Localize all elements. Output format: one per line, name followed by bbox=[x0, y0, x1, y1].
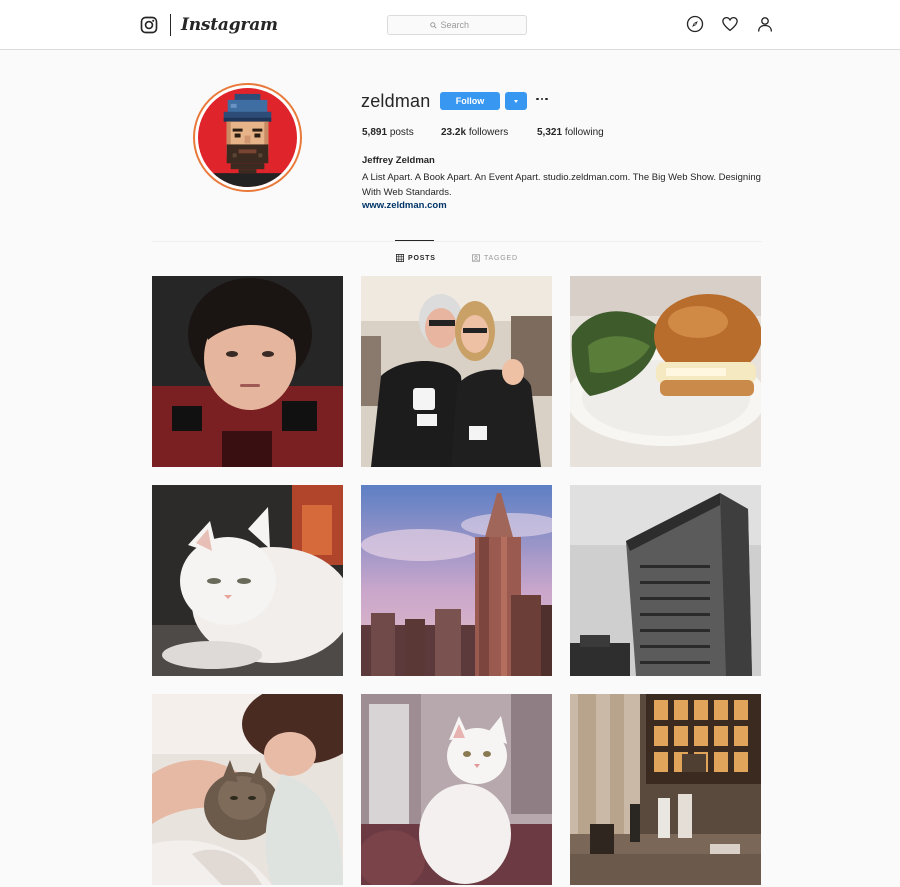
post-thumbnail-station-interior[interactable] bbox=[570, 694, 761, 885]
tab-posts[interactable]: POSTS bbox=[396, 254, 436, 262]
profile-full-name: Jeffrey Zeldman bbox=[362, 155, 435, 166]
post-image bbox=[570, 276, 761, 467]
top-navigation-bar: Instagram bbox=[0, 0, 900, 50]
ellipsis-dot bbox=[540, 97, 543, 101]
posts-count-value: 5,891 bbox=[362, 127, 388, 138]
followers-count-value: 23.2k bbox=[441, 127, 467, 138]
post-image bbox=[570, 485, 761, 676]
heart-icon[interactable] bbox=[721, 15, 739, 33]
post-image bbox=[361, 694, 552, 885]
post-thumbnail-white-cat[interactable] bbox=[152, 485, 343, 676]
follow-button[interactable]: Follow bbox=[440, 92, 500, 110]
post-image bbox=[152, 694, 343, 885]
suggested-accounts-dropdown-button[interactable] bbox=[505, 92, 527, 110]
search-box[interactable] bbox=[387, 15, 527, 35]
caret-down-icon bbox=[514, 99, 518, 103]
post-thumbnail-selfie[interactable] bbox=[152, 276, 343, 467]
post-image bbox=[361, 276, 552, 467]
post-thumbnail-conference[interactable] bbox=[361, 276, 552, 467]
following-count[interactable]: 5,321 following bbox=[537, 127, 604, 138]
instagram-wordmark: Instagram bbox=[181, 15, 278, 35]
post-image bbox=[152, 485, 343, 676]
following-count-label: following bbox=[564, 127, 604, 138]
tabs-divider bbox=[152, 241, 762, 242]
posts-count: 5,891 posts bbox=[362, 127, 441, 138]
instagram-logo[interactable]: Instagram bbox=[140, 14, 278, 36]
active-tab-indicator bbox=[395, 240, 434, 241]
logo-divider bbox=[170, 14, 171, 36]
ellipsis-dot bbox=[545, 97, 548, 101]
pixel-art-portrait bbox=[198, 88, 297, 187]
profile-bio: A List Apart. A Book Apart. An Event Apa… bbox=[362, 172, 761, 198]
profile-username: zeldman bbox=[361, 91, 431, 111]
post-thumbnail-sandwich[interactable] bbox=[570, 276, 761, 467]
post-thumbnail-sleeping-cat[interactable] bbox=[152, 694, 343, 885]
nav-icon-group bbox=[686, 15, 774, 33]
profile-website-link[interactable]: www.zeldman.com bbox=[362, 200, 447, 211]
posts-grid bbox=[152, 276, 762, 885]
post-image bbox=[570, 694, 761, 885]
search-input[interactable] bbox=[440, 20, 485, 30]
person-icon[interactable] bbox=[756, 15, 774, 33]
followers-count[interactable]: 23.2k followers bbox=[441, 127, 537, 138]
profile-avatar[interactable] bbox=[193, 83, 302, 192]
tagged-icon bbox=[472, 254, 480, 262]
tab-tagged-label: TAGGED bbox=[484, 254, 518, 262]
ellipsis-dot bbox=[536, 97, 539, 101]
post-image bbox=[361, 485, 552, 676]
post-thumbnail-white-cat-sitting[interactable] bbox=[361, 694, 552, 885]
search-icon bbox=[429, 21, 437, 29]
instagram-camera-icon bbox=[140, 16, 158, 34]
profile-stats: 5,891 posts 23.2k followers 5,321 follow… bbox=[362, 127, 604, 138]
tab-tagged[interactable]: TAGGED bbox=[472, 254, 518, 262]
post-thumbnail-skyscraper[interactable] bbox=[361, 485, 552, 676]
post-thumbnail-flatiron[interactable] bbox=[570, 485, 761, 676]
following-count-value: 5,321 bbox=[537, 127, 563, 138]
post-image bbox=[152, 276, 343, 467]
grid-icon bbox=[396, 254, 404, 262]
compass-icon[interactable] bbox=[686, 15, 704, 33]
tab-posts-label: POSTS bbox=[408, 254, 436, 262]
followers-count-label: followers bbox=[468, 127, 509, 138]
more-options-button[interactable] bbox=[536, 95, 550, 103]
posts-count-label: posts bbox=[389, 127, 414, 138]
